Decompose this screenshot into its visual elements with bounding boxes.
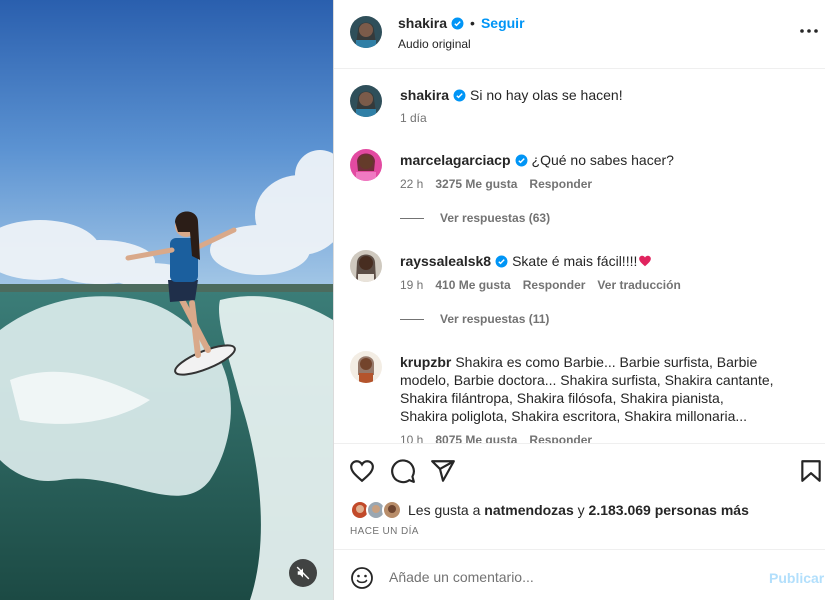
comment-text: Skate é mais fácil!!!! [512,253,638,269]
separator-dot: • [470,15,475,31]
heart-emoji [639,255,652,267]
heart-icon[interactable] [349,458,375,484]
comment-age: 22 h [400,177,424,191]
commenter-avatar[interactable] [350,351,382,383]
comment-icon[interactable] [390,458,416,484]
commenter-username[interactable]: krupzbr [400,354,451,370]
post-side-panel: shakira • Seguir Audio original shakira S… [334,0,825,600]
likes-summary: Les gusta a natmendozas y 2.183.069 pers… [350,498,749,522]
reply-button[interactable]: Responder [523,278,586,292]
verified-badge-icon [453,89,466,102]
comments-list[interactable]: shakira Si no hay olas se hacen! 1 día ma… [334,69,825,443]
comment-text-line: rayssalealsk8 Skate é mais fácil!!!! [400,252,775,270]
bookmark-icon[interactable] [798,458,824,484]
caption-age: 1 día [400,111,427,125]
liker-username[interactable]: natmendozas [484,502,573,518]
liker-avatar [382,500,402,520]
comment-text: Shakira es como Barbie... Barbie surfist… [400,354,774,424]
view-replies-label: Ver respuestas (11) [440,312,550,326]
muted-speaker-icon [296,566,310,580]
comment-meta: 10 h 8075 Me gusta Responder [400,433,592,443]
send-icon[interactable] [430,458,456,484]
comment-input[interactable] [389,564,749,590]
verified-badge-icon [515,154,527,167]
likers-avatars [350,498,404,522]
commenter-avatar[interactable] [350,149,382,181]
follow-button[interactable]: Seguir [481,15,525,31]
commenter-username[interactable]: marcelagarciacp [400,152,511,168]
verified-badge-icon [451,17,464,29]
comment-text-line: marcelagarciacp ¿Qué no sabes hacer? [400,151,775,169]
comment-text: ¿Qué no sabes hacer? [531,152,674,168]
comment-meta: 19 h 410 Me gusta Responder Ver traducci… [400,278,681,292]
emoji-icon[interactable] [350,566,374,590]
more-options-icon[interactable] [799,27,819,35]
caption-text: Si no hay olas se hacen! [470,87,623,103]
post-header: shakira • Seguir Audio original [334,0,825,69]
caption-meta: 1 día [400,111,427,125]
replies-line [400,318,424,320]
verified-badge-icon [495,255,508,268]
comment-text-line: krupzbr Shakira es como Barbie... Barbie … [400,353,775,425]
view-replies-button[interactable]: Ver respuestas (11) [400,312,549,326]
audio-link[interactable]: Audio original [398,37,471,51]
view-replies-label: Ver respuestas (63) [440,211,551,225]
caption-username[interactable]: shakira [400,87,449,103]
comment-likes[interactable]: 3275 Me gusta [435,177,517,191]
commenter-username[interactable]: rayssalealsk8 [400,253,491,269]
reply-button[interactable]: Responder [529,433,592,443]
author-avatar[interactable] [350,16,382,48]
comment-age: 19 h [400,278,424,292]
surf-video-frame [0,0,333,600]
commenter-avatar[interactable] [350,250,382,282]
post-date: HACE UN DÍA [350,526,419,537]
comment-age: 10 h [400,433,424,443]
comment-likes[interactable]: 8075 Me gusta [435,433,517,443]
mute-button[interactable] [289,559,317,587]
replies-line [400,217,424,219]
likes-count[interactable]: 2.183.069 personas más [589,502,749,518]
likes-prefix: Les gusta a [408,502,481,518]
comment-meta: 22 h 3275 Me gusta Responder [400,177,592,191]
reply-button[interactable]: Responder [529,177,592,191]
author-username[interactable]: shakira [398,15,447,31]
view-replies-button[interactable]: Ver respuestas (63) [400,211,550,225]
add-comment-bar: Publicar [334,549,825,600]
author-avatar[interactable] [350,85,382,117]
translate-button[interactable]: Ver traducción [597,278,680,292]
post-video[interactable] [0,0,333,600]
caption-text-line: shakira Si no hay olas se hacen! [400,86,775,104]
likes-connector: y [577,502,585,518]
publish-button[interactable]: Publicar [769,570,824,586]
author-line: shakira • Seguir [398,15,525,31]
comment-likes[interactable]: 410 Me gusta [435,278,510,292]
action-bar [334,443,825,499]
